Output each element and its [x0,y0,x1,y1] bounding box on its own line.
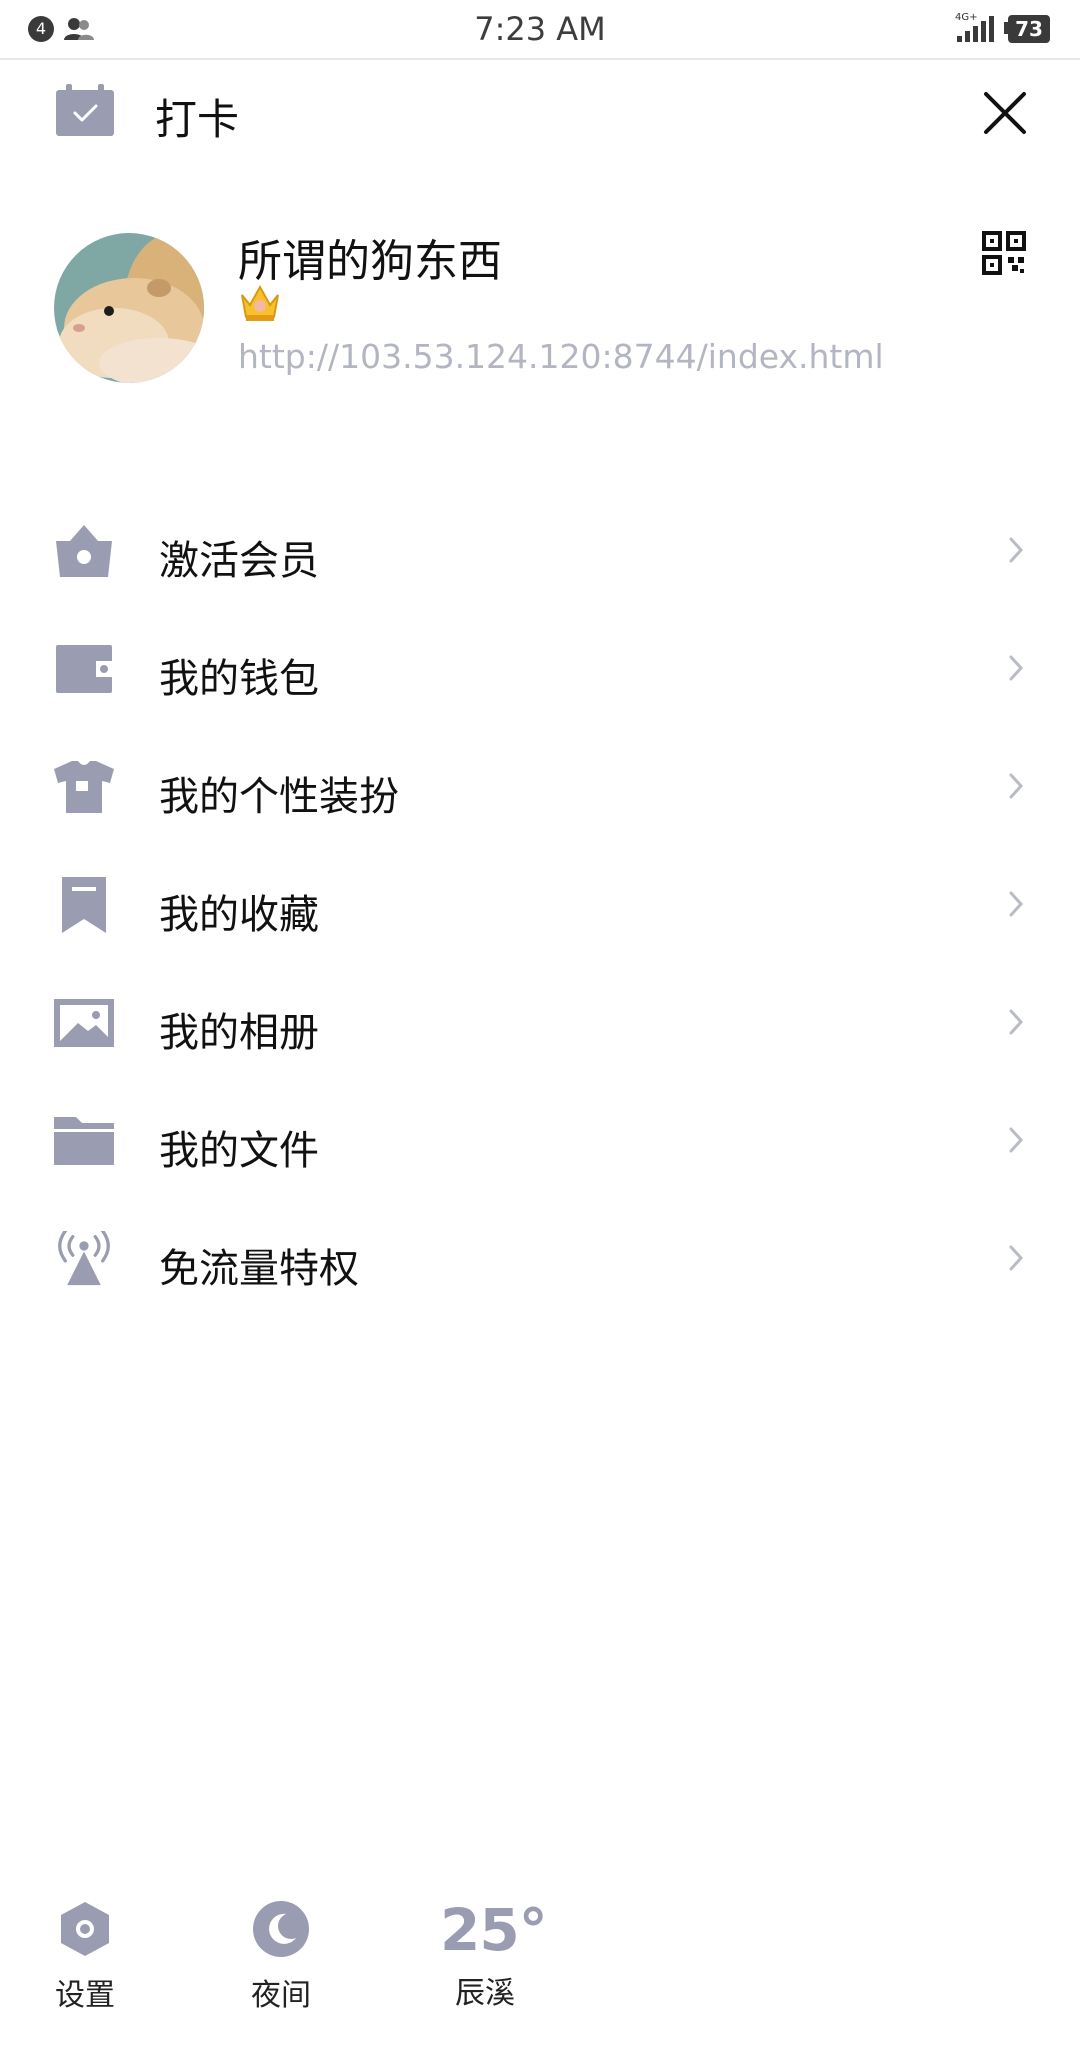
bottom-bar: 设置 夜间 25° 辰溪 [0,1900,1080,2050]
menu-item-label: 我的相册 [159,1010,319,1056]
calendar-check-icon [56,84,114,136]
settings-button[interactable]: 设置 [50,1900,120,2014]
night-label: 夜间 [251,1978,311,2013]
weather-temperature: 25° [440,1896,548,1964]
settings-gear-icon [61,1902,109,1956]
signal-tower-icon [58,1231,110,1286]
profile-section[interactable]: 所谓的狗东西 http://103.53.124.120:8744/index.… [0,225,1080,395]
checkin-label: 打卡 [155,95,240,144]
chevron-right-icon [1009,891,1024,917]
menu-item-vip[interactable]: 激活会员 [0,492,1080,610]
weather-widget[interactable]: 25° 辰溪 [440,1896,548,2012]
menu-item-label: 激活会员 [159,538,319,584]
avatar[interactable] [54,233,204,383]
menu-item-label: 我的文件 [159,1128,319,1174]
status-bar: 4 7:23 AM 4G+ 73 [0,0,1080,60]
menu-item-favorites[interactable]: 我的收藏 [0,846,1080,964]
chevron-right-icon [1009,537,1024,563]
menu-item-label: 我的个性装扮 [159,774,399,820]
menu-item-free-data[interactable]: 免流量特权 [0,1200,1080,1318]
bookmark-icon [62,877,106,933]
menu-item-label: 我的钱包 [159,656,319,702]
weather-city: 辰溪 [455,1976,515,2011]
qr-code-icon[interactable] [982,231,1026,275]
folder-icon [54,1117,114,1165]
signal-strength-icon [957,16,994,42]
menu-item-label: 我的收藏 [159,892,319,938]
menu-item-label: 免流量特权 [159,1246,359,1292]
chevron-right-icon [1009,1127,1024,1153]
profile-url[interactable]: http://103.53.124.120:8744/index.html [238,337,884,376]
chevron-right-icon [1009,1009,1024,1035]
wallet-icon [56,645,112,693]
vip-crown-icon [56,525,112,577]
moon-icon [344,289,360,321]
close-button[interactable] [980,88,1030,138]
settings-label: 设置 [55,1978,115,2013]
night-mode-button[interactable]: 夜间 [245,1900,317,2014]
battery-indicator: 73 [1008,15,1050,43]
menu-item-files[interactable]: 我的文件 [0,1082,1080,1200]
menu-item-themes[interactable]: 我的个性装扮 [0,728,1080,846]
chevron-right-icon [1009,773,1024,799]
photo-icon [54,999,114,1047]
checkin-row[interactable]: 打卡 [0,70,1080,150]
hamster-avatar-image [54,233,204,383]
moon-icon [253,1901,309,1957]
status-time: 7:23 AM [474,10,606,48]
chevron-right-icon [1009,1245,1024,1271]
menu-item-wallet[interactable]: 我的钱包 [0,610,1080,728]
menu-list: 激活会员 我的钱包 我的个性装扮 我的收藏 我的相册 我的文件 免流量特权 [0,492,1080,1318]
badge-row [238,279,378,329]
chevron-right-icon [1009,655,1024,681]
moon-icon [300,289,316,321]
menu-item-album[interactable]: 我的相册 [0,964,1080,1082]
crown-icon [241,284,279,321]
shirt-icon [54,761,114,813]
